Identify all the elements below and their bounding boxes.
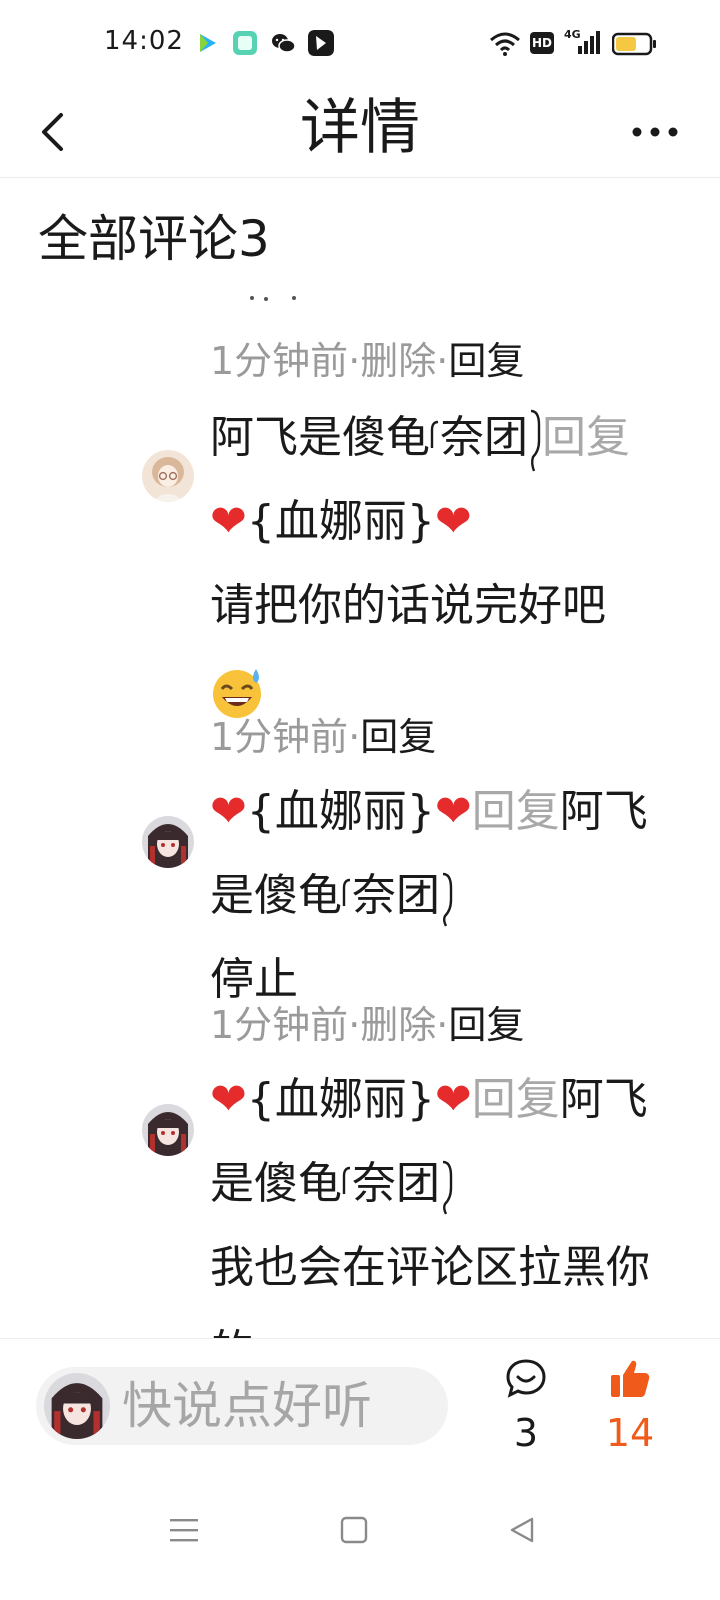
4g-signal-icon: 4G	[564, 28, 604, 58]
battery-icon	[612, 32, 656, 56]
comment-time: 1分钟前	[210, 339, 349, 383]
heart-icon: ❤	[210, 786, 247, 837]
reply-link[interactable]: 回复	[448, 339, 524, 383]
comment-author[interactable]: 阿飞是傻龟	[210, 412, 430, 463]
back-triangle-icon	[510, 1517, 534, 1543]
separator: ·	[436, 339, 449, 383]
comment-count: 3	[513, 1411, 539, 1455]
hd-icon: HD	[530, 32, 554, 54]
sweat-smile-emoji-icon	[213, 669, 261, 718]
comment-meta: 1分钟前·删除·回复	[210, 336, 524, 386]
page-title: 详情	[300, 93, 420, 163]
clipped-text-fragment	[250, 296, 296, 301]
home-nav-button[interactable]	[324, 1500, 384, 1560]
menu-icon	[170, 1519, 198, 1542]
input-placeholder: 快说点好听	[122, 1377, 372, 1435]
comment-text: 停止	[210, 954, 298, 1005]
delete-link[interactable]: 删除	[360, 1003, 436, 1047]
like-button[interactable]: 14	[594, 1357, 666, 1467]
like-count: 14	[605, 1411, 655, 1455]
heart-icon: ❤	[434, 496, 472, 547]
heart-icon: ❤	[210, 496, 247, 547]
squiggle-mark	[530, 409, 541, 472]
comment-author[interactable]: {血娜丽}	[247, 786, 435, 837]
section-title: 全部评论3	[38, 210, 270, 268]
bottom-action-bar: 快说点好听 3 14	[0, 1338, 720, 1468]
comment-time: 1分钟前	[210, 715, 349, 759]
squiggle-mark	[430, 420, 439, 448]
comment-body: ❤{血娜丽}❤回复阿飞是傻龟 奈团 停止	[210, 770, 680, 1022]
system-nav-bar	[0, 1468, 720, 1600]
delete-link[interactable]: 删除	[360, 339, 436, 383]
comment-author[interactable]: {血娜丽}	[247, 1074, 435, 1125]
reply-word: 回复	[471, 1074, 560, 1125]
avatar[interactable]	[142, 1104, 194, 1156]
comment-time: 1分钟前	[210, 1003, 349, 1047]
header: 详情	[0, 88, 720, 178]
comment-meta: 1分钟前·删除·回复	[210, 1000, 524, 1050]
avatar	[44, 1373, 110, 1439]
reply-link[interactable]: 回复	[360, 715, 436, 759]
more-button[interactable]	[622, 108, 688, 156]
heart-icon: ❤	[210, 1074, 247, 1125]
menu-nav-button[interactable]	[154, 1500, 214, 1560]
heart-icon: ❤	[434, 786, 472, 837]
avatar[interactable]	[142, 816, 194, 868]
tablet-app-icon	[233, 31, 257, 55]
reply-target-tail[interactable]: 奈团	[352, 1158, 440, 1209]
feather-app-icon	[308, 30, 334, 56]
separator: ·	[348, 1003, 361, 1047]
thumbs-up-icon	[611, 1360, 650, 1397]
wifi-icon	[490, 32, 520, 56]
reply-target[interactable]: {血娜丽}	[247, 496, 435, 547]
squiggle-mark	[342, 1166, 351, 1194]
status-bar: 14:02 HD 4G	[0, 0, 720, 88]
video-app-icon	[200, 34, 216, 52]
comment-count-button[interactable]: 3	[496, 1357, 556, 1467]
squiggle-mark	[442, 872, 453, 927]
back-nav-button[interactable]	[492, 1500, 552, 1560]
comment-author-tail[interactable]: 奈团	[440, 412, 528, 463]
home-square-icon	[340, 1516, 368, 1544]
comment-meta: 1分钟前·回复	[210, 712, 436, 762]
reply-target-tail[interactable]: 奈团	[352, 870, 440, 921]
comment-input[interactable]: 快说点好听	[36, 1367, 448, 1445]
status-time: 14:02	[104, 26, 184, 56]
wechat-icon	[272, 34, 296, 53]
reply-link[interactable]: 回复	[448, 1003, 524, 1047]
separator: ·	[436, 1003, 449, 1047]
comment-bubble-icon	[506, 1359, 546, 1398]
heart-icon: ❤	[434, 1074, 472, 1125]
reply-word: 回复	[471, 786, 560, 837]
separator: ·	[348, 339, 361, 383]
comment-text: 请把你的话说完好吧	[210, 580, 606, 631]
separator: ·	[348, 715, 361, 759]
more-icon	[632, 127, 678, 137]
reply-word: 回复	[542, 412, 630, 463]
squiggle-mark	[342, 878, 351, 906]
avatar[interactable]	[142, 450, 194, 502]
comment-body: 阿飞是傻龟 奈团 回复 ❤{血娜丽}❤ 请把你的话说完好吧	[210, 396, 666, 732]
squiggle-mark	[442, 1160, 453, 1215]
